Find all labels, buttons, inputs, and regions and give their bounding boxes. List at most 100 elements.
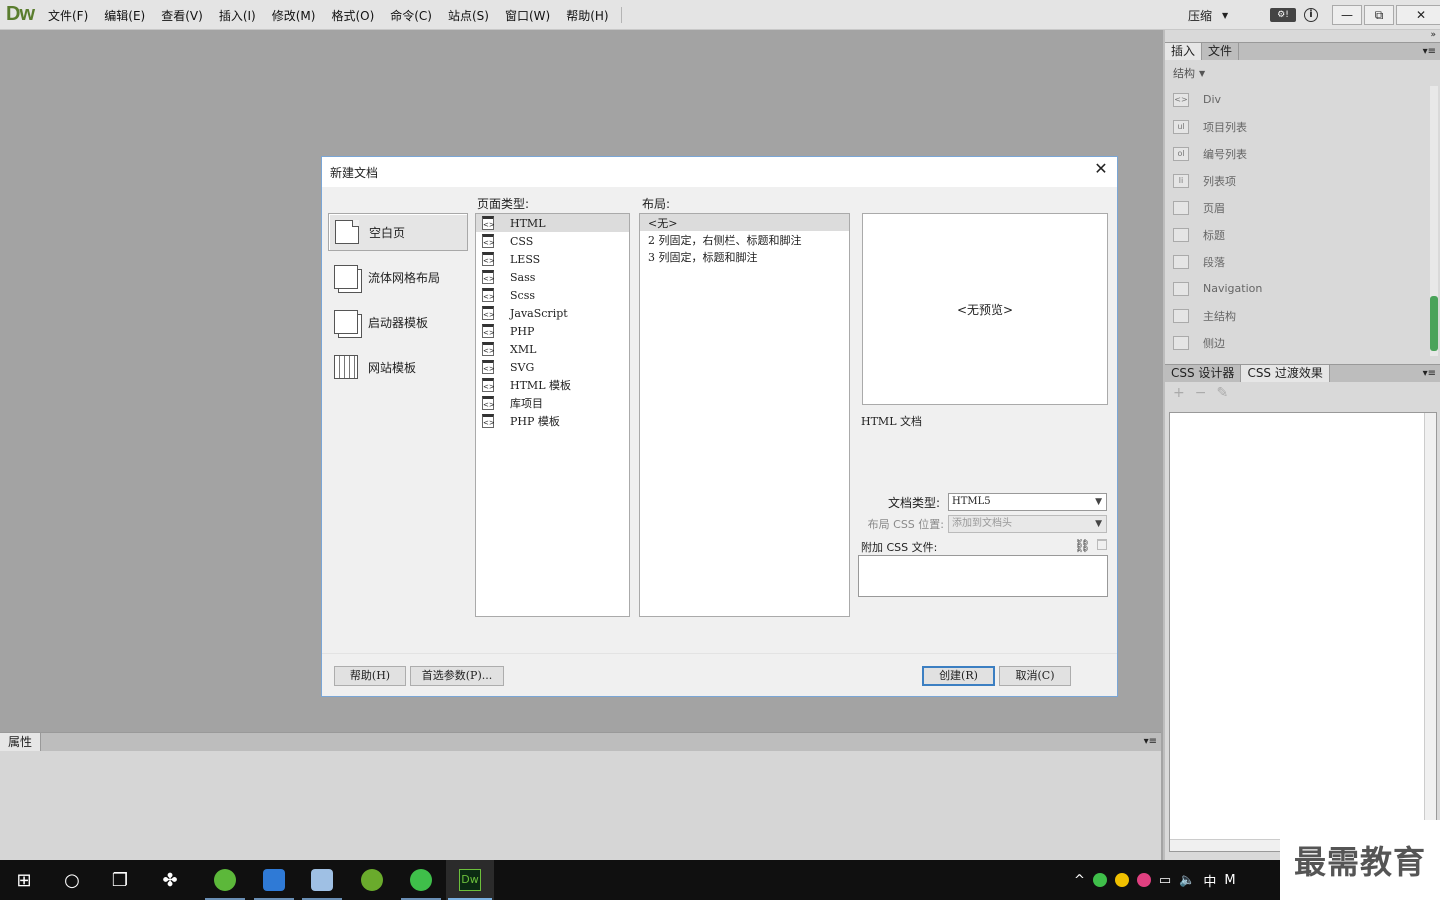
workspace-switcher[interactable]: 压缩 ▼ xyxy=(1188,0,1228,30)
insert-div[interactable]: <> Div xyxy=(1165,86,1440,113)
insert-scrollbar[interactable] xyxy=(1430,86,1438,356)
page-type-label: HTML 模板 xyxy=(510,379,571,392)
menu-format[interactable]: 格式(O) xyxy=(323,7,382,24)
close-button[interactable]: ✕ xyxy=(1396,5,1440,25)
dialog-close-button[interactable]: ✕ xyxy=(1093,161,1109,177)
qq2-tray-icon[interactable] xyxy=(1136,873,1151,887)
taskbar-app-notepad[interactable] xyxy=(298,860,346,900)
page-type-php[interactable]: <> PHP xyxy=(476,322,629,340)
page-type-html-template[interactable]: <> HTML 模板 xyxy=(476,376,629,394)
page-type-library-item[interactable]: <> 库项目 xyxy=(476,394,629,412)
taskbar-app-1[interactable]: ✤ xyxy=(146,860,194,900)
menu-edit[interactable]: 编辑(E) xyxy=(96,7,153,24)
scroll-thumb[interactable] xyxy=(1430,296,1438,351)
file-icon: <> xyxy=(482,414,495,428)
category-blank-page[interactable]: 空白页 xyxy=(328,213,468,251)
ime-indicator[interactable]: 中 xyxy=(1203,871,1216,890)
cancel-button[interactable]: 取消(C) xyxy=(999,666,1071,686)
insert-list-item[interactable]: li 列表项 xyxy=(1165,167,1440,194)
insert-paragraph[interactable]: 段落 xyxy=(1165,248,1440,275)
insert-header[interactable]: 页眉 xyxy=(1165,194,1440,221)
qq-tray-icon[interactable] xyxy=(1114,873,1129,887)
page-type-label: PHP 模板 xyxy=(510,415,560,428)
menu-site[interactable]: 站点(S) xyxy=(440,7,497,24)
page-type-label: Scss xyxy=(510,288,535,302)
insert-unordered-list[interactable]: ul 项目列表 xyxy=(1165,113,1440,140)
page-type-sass[interactable]: <> Sass xyxy=(476,268,629,286)
layout-none[interactable]: <无> xyxy=(640,214,849,231)
menu-commands[interactable]: 命令(C) xyxy=(382,7,440,24)
link-icon[interactable]: ⛓ xyxy=(1074,539,1091,554)
vertical-scrollbar[interactable] xyxy=(1424,413,1436,838)
taskbar-app-melon[interactable] xyxy=(348,860,396,900)
taskbar-app-browser[interactable] xyxy=(201,860,249,900)
insert-ordered-list[interactable]: ol 编号列表 xyxy=(1165,140,1440,167)
taskbar-app-dreamweaver[interactable]: Dw xyxy=(446,860,494,900)
page-type-scss[interactable]: <> Scss xyxy=(476,286,629,304)
start-button[interactable]: ⊞ xyxy=(0,860,48,900)
create-button[interactable]: 创建(R) xyxy=(922,666,995,686)
category-starter-template[interactable]: 启动器模板 xyxy=(328,303,468,341)
panel-menu-icon[interactable]: ▾≡ xyxy=(1423,43,1440,60)
notepad-icon xyxy=(311,869,333,891)
chevron-up-icon[interactable]: ^ xyxy=(1074,873,1085,888)
panel-menu-icon[interactable]: ▾≡ xyxy=(1144,733,1161,751)
panel-menu-icon[interactable]: ▾≡ xyxy=(1423,365,1440,382)
ime-mode-indicator[interactable]: M xyxy=(1224,873,1235,888)
page-type-css[interactable]: <> CSS xyxy=(476,232,629,250)
layout-2-col[interactable]: 2 列固定，右侧栏、标题和脚注 xyxy=(640,231,849,248)
menu-insert[interactable]: 插入(I) xyxy=(211,7,264,24)
task-view-button[interactable]: ❐ xyxy=(96,860,144,900)
watermark-text: 最需教育 xyxy=(1293,843,1426,881)
page-type-svg[interactable]: <> SVG xyxy=(476,358,629,376)
insert-navigation[interactable]: Navigation xyxy=(1165,275,1440,302)
page-type-php-template[interactable]: <> PHP 模板 xyxy=(476,412,629,430)
doctype-select[interactable]: HTML5 ▼ xyxy=(948,493,1107,511)
network-icon[interactable]: ▭ xyxy=(1159,873,1171,888)
page-type-label: SVG xyxy=(510,360,535,374)
info-icon[interactable]: i xyxy=(1304,8,1318,22)
help-button[interactable]: 帮助(H) xyxy=(334,666,406,686)
tab-properties[interactable]: 属性 xyxy=(0,733,42,751)
restore-button[interactable]: ⧉ xyxy=(1364,5,1394,25)
attach-css-list[interactable] xyxy=(858,555,1108,597)
page-type-xml[interactable]: <> XML xyxy=(476,340,629,358)
tab-css-transitions[interactable]: CSS 过渡效果 xyxy=(1241,365,1330,382)
page-type-html[interactable]: <> HTML xyxy=(476,214,629,232)
wechat-tray-icon[interactable] xyxy=(1092,873,1107,887)
menu-file[interactable]: 文件(F) xyxy=(40,7,96,24)
layout-label: 布局: xyxy=(642,197,671,211)
page-type-javascript[interactable]: <> JavaScript xyxy=(476,304,629,322)
sync-settings-icon[interactable]: ⚙! xyxy=(1270,8,1296,22)
tab-insert[interactable]: 插入 xyxy=(1165,43,1203,60)
taskbar-app-wechat[interactable] xyxy=(397,860,445,900)
page-type-less[interactable]: <> LESS xyxy=(476,250,629,268)
menu-window[interactable]: 窗口(W) xyxy=(497,7,558,24)
page-type-list[interactable]: <> HTML <> CSS <> LESS <> Sass <> Scss <> Java… xyxy=(475,213,630,617)
collapse-panel-icon[interactable]: » xyxy=(1165,30,1440,42)
document-description: HTML 文档 xyxy=(861,415,922,428)
menu-view[interactable]: 查看(V) xyxy=(153,7,211,24)
add-icon[interactable]: + xyxy=(1173,385,1185,401)
layout-list[interactable]: <无> 2 列固定，右侧栏、标题和脚注 3 列固定，标题和脚注 xyxy=(639,213,850,617)
edit-icon[interactable]: ✎ xyxy=(1216,385,1228,401)
category-fluid-grid[interactable]: 流体网格布局 xyxy=(328,258,468,296)
insert-aside[interactable]: 侧边 xyxy=(1165,329,1440,356)
insert-item-label: 标题 xyxy=(1203,228,1225,242)
minimize-button[interactable]: — xyxy=(1332,5,1362,25)
insert-main[interactable]: 主结构 xyxy=(1165,302,1440,329)
css-transition-list[interactable] xyxy=(1169,412,1437,852)
category-site-template[interactable]: 网站模板 xyxy=(328,348,468,386)
insert-heading[interactable]: 标题 xyxy=(1165,221,1440,248)
menu-help[interactable]: 帮助(H) xyxy=(558,7,616,24)
search-button[interactable]: ○ xyxy=(48,860,96,900)
remove-icon[interactable]: − xyxy=(1195,385,1207,401)
preferences-button[interactable]: 首选参数(P)... xyxy=(410,666,504,686)
insert-category-select[interactable]: 结构 ▼ xyxy=(1165,60,1440,86)
taskbar-app-wps[interactable] xyxy=(250,860,298,900)
tab-css-designer[interactable]: CSS 设计器 xyxy=(1165,365,1242,382)
layout-3-col[interactable]: 3 列固定，标题和脚注 xyxy=(640,248,849,265)
tab-files[interactable]: 文件 xyxy=(1202,43,1240,60)
menu-modify[interactable]: 修改(M) xyxy=(264,7,324,24)
volume-icon[interactable]: 🔈 xyxy=(1179,873,1195,888)
